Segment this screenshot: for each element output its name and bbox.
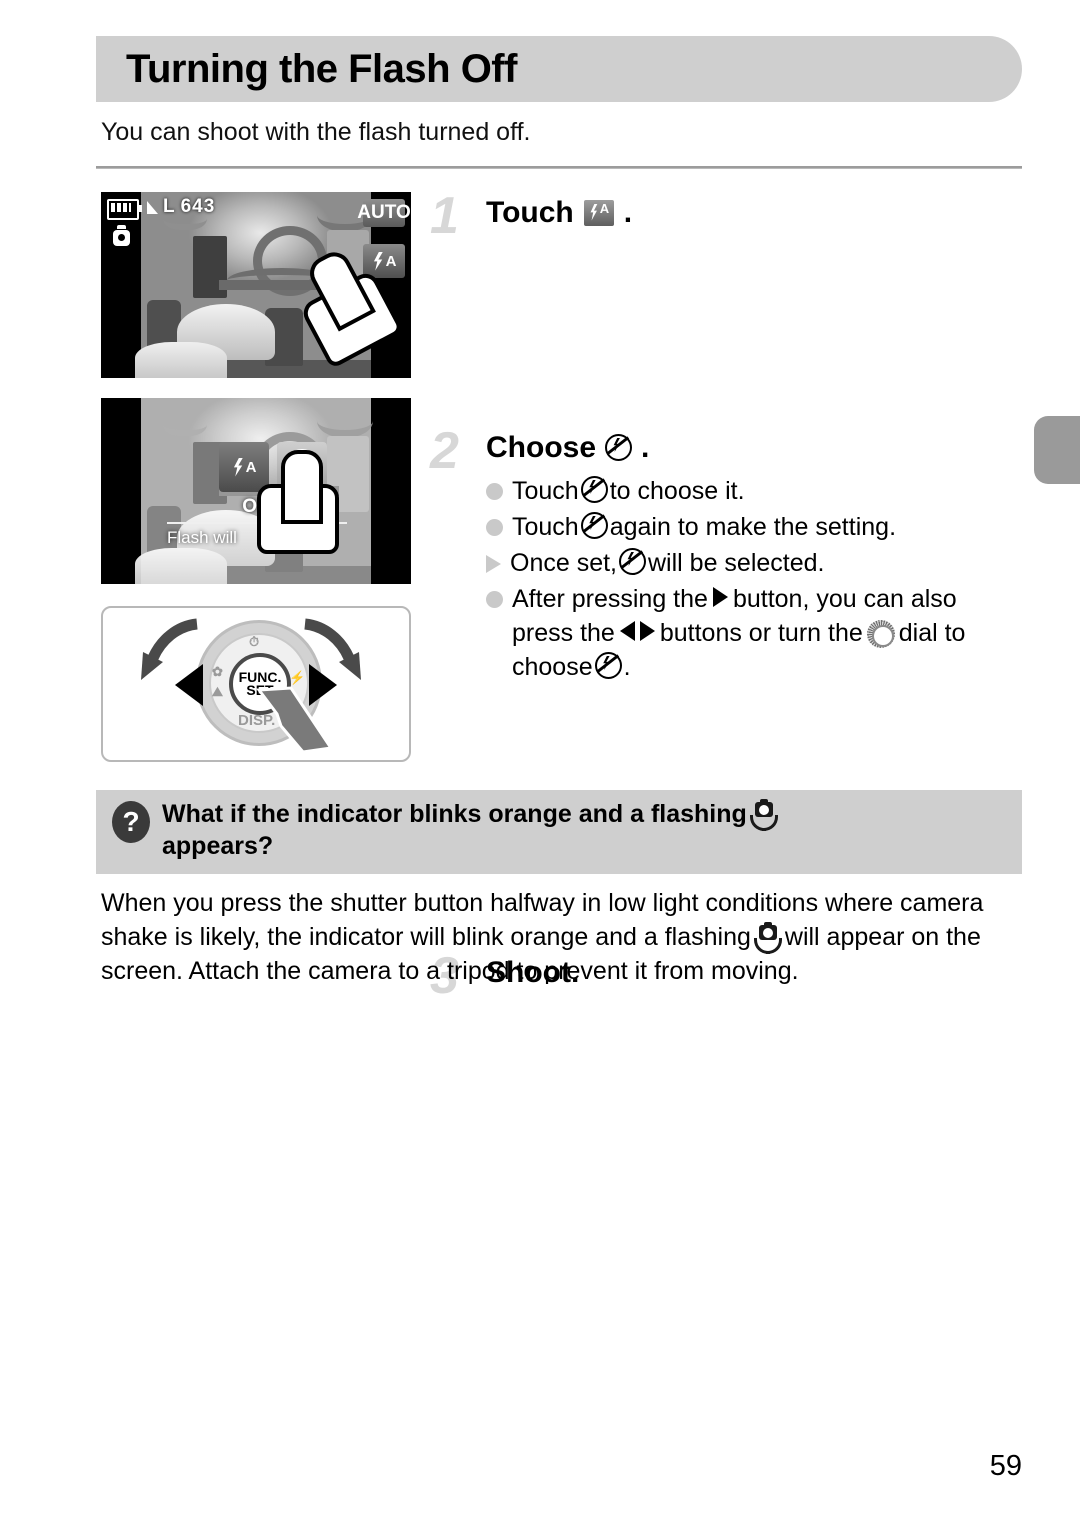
tip-title: What if the indicator blinks orange and …	[162, 798, 801, 862]
step-heading-suffix: .	[623, 196, 633, 229]
flash-auto-button[interactable]: A	[363, 244, 405, 278]
scene-photo-1	[135, 192, 373, 378]
scene-mantel	[219, 280, 339, 290]
scene-table-front	[135, 342, 227, 378]
step-number: 2	[430, 422, 459, 480]
menu-dim-overlay: A Off Flash will	[141, 398, 371, 584]
header-divider	[96, 166, 1022, 169]
chapter-tab-marker	[1034, 416, 1080, 484]
flash-off-icon	[284, 449, 320, 485]
figure-shooting-screen: L 643 AUTO A	[101, 192, 411, 378]
bullet-item: Touch to choose it.	[486, 474, 1022, 508]
bullet-text-pre: Once set,	[510, 549, 617, 577]
bullet-text: Once set, will be selected.	[510, 546, 824, 580]
flash-bolt-icon	[232, 458, 245, 477]
step-heading-suffix: .	[641, 431, 650, 464]
self-timer-icon: ⏱	[249, 634, 260, 649]
step-heading-text: Choose	[486, 431, 597, 464]
page-title: Turning the Flash Off	[126, 46, 517, 91]
left-button-icon	[619, 621, 635, 641]
bullet-text-post: again to make the setting.	[609, 513, 897, 541]
bullet-text-post: .	[623, 653, 631, 681]
step-2-bullets: Touch to choose it. Touch again to make th…	[486, 474, 1022, 684]
camera-lcd-2: A Off Flash will	[101, 398, 411, 584]
image-quality-icon	[147, 200, 158, 214]
step-1: 1 Touch A .	[430, 190, 1022, 242]
flash-off-icon	[580, 512, 608, 539]
tip-title-post: appears?	[162, 832, 274, 860]
flash-auto-icon: A	[583, 199, 614, 226]
flash-off-option[interactable]	[277, 442, 327, 492]
step-2: 2 Choose . Touch to choose it. Touch again…	[430, 425, 1022, 684]
step-heading: Choose .	[486, 431, 1022, 464]
menu-divider	[167, 522, 347, 524]
camera-lcd-1: L 643 AUTO A	[101, 192, 411, 378]
flash-off-icon	[594, 652, 622, 679]
shot-info-readout: L 643	[147, 196, 215, 218]
question-mark-icon: ?	[112, 801, 150, 843]
bullet-item: After pressing the button, you can also p…	[486, 582, 1022, 684]
flash-bolt-icon	[372, 252, 385, 271]
control-dial-icon	[866, 620, 895, 648]
page-title-banner: Turning the Flash Off	[96, 36, 1022, 102]
flash-auto-a-label: A	[385, 252, 397, 270]
figure-control-dial: ⏱ ✿ ⛰ ⚡ DISP. FUNC. SET	[101, 606, 411, 762]
flash-off-icon	[619, 548, 646, 575]
bullet-dot-icon	[486, 591, 503, 608]
flash-auto-a-label: A	[245, 458, 257, 476]
camera-shake-icon	[753, 922, 782, 954]
quality-label: L	[163, 196, 176, 217]
rotate-left-arrow	[141, 618, 198, 680]
mode-badge-auto: AUTO	[357, 199, 411, 227]
bullet-triangle-icon	[486, 555, 501, 573]
camera-shake-icon	[749, 799, 778, 831]
control-dial-diagram: ⏱ ✿ ⛰ ⚡ DISP. FUNC. SET	[101, 606, 411, 762]
battery-icon	[107, 199, 142, 220]
bullet-item: Touch again to make the setting.	[486, 510, 1022, 544]
press-pointer	[256, 686, 334, 754]
bullet-dot-icon	[486, 483, 503, 500]
landscape-icon: ⛰	[212, 684, 223, 699]
step-heading-text: Touch	[486, 196, 574, 229]
rotate-right-arrow	[304, 618, 361, 680]
tip-box: ? What if the indicator blinks orange an…	[96, 790, 1022, 874]
bullet-text-post: will be selected.	[648, 549, 825, 577]
step-number: 1	[430, 187, 459, 245]
tip-body: When you press the shutter button halfwa…	[101, 886, 1021, 988]
shots-remaining: 643	[180, 196, 216, 217]
macro-icon: ✿	[212, 664, 223, 679]
page-number: 59	[989, 1450, 1022, 1482]
right-button-icon	[639, 621, 655, 641]
bullet-text-post: to choose it.	[609, 477, 745, 505]
bullet-text-pre: After pressing the	[512, 585, 708, 613]
bullet-text-pre: Touch	[512, 477, 579, 505]
bullet-item: Once set, will be selected.	[486, 546, 1022, 580]
still-image-icon	[112, 225, 131, 247]
bullet-dot-icon	[486, 519, 503, 536]
flash-off-icon	[580, 476, 608, 503]
bullet-text: Touch again to make the setting.	[512, 510, 896, 544]
flash-auto-option[interactable]: A	[219, 442, 269, 492]
right-button-icon	[712, 587, 728, 607]
option-description: Flash will	[167, 528, 237, 547]
bullet-text: Touch to choose it.	[512, 474, 745, 508]
selected-option-label: Off	[242, 496, 270, 517]
flash-off-icon	[605, 434, 633, 461]
intro-text: You can shoot with the flash turned off.	[101, 118, 531, 146]
step-heading: Touch A .	[486, 196, 1022, 229]
bullet-text-pre: Touch	[512, 513, 579, 541]
figure-flash-menu-screen: A Off Flash will	[101, 398, 411, 584]
bullet-text: After pressing the button, you can also p…	[512, 582, 1022, 684]
tip-title-pre: What if the indicator blinks orange and …	[162, 800, 747, 828]
bullet-text-mid2: buttons or turn the	[659, 619, 863, 647]
